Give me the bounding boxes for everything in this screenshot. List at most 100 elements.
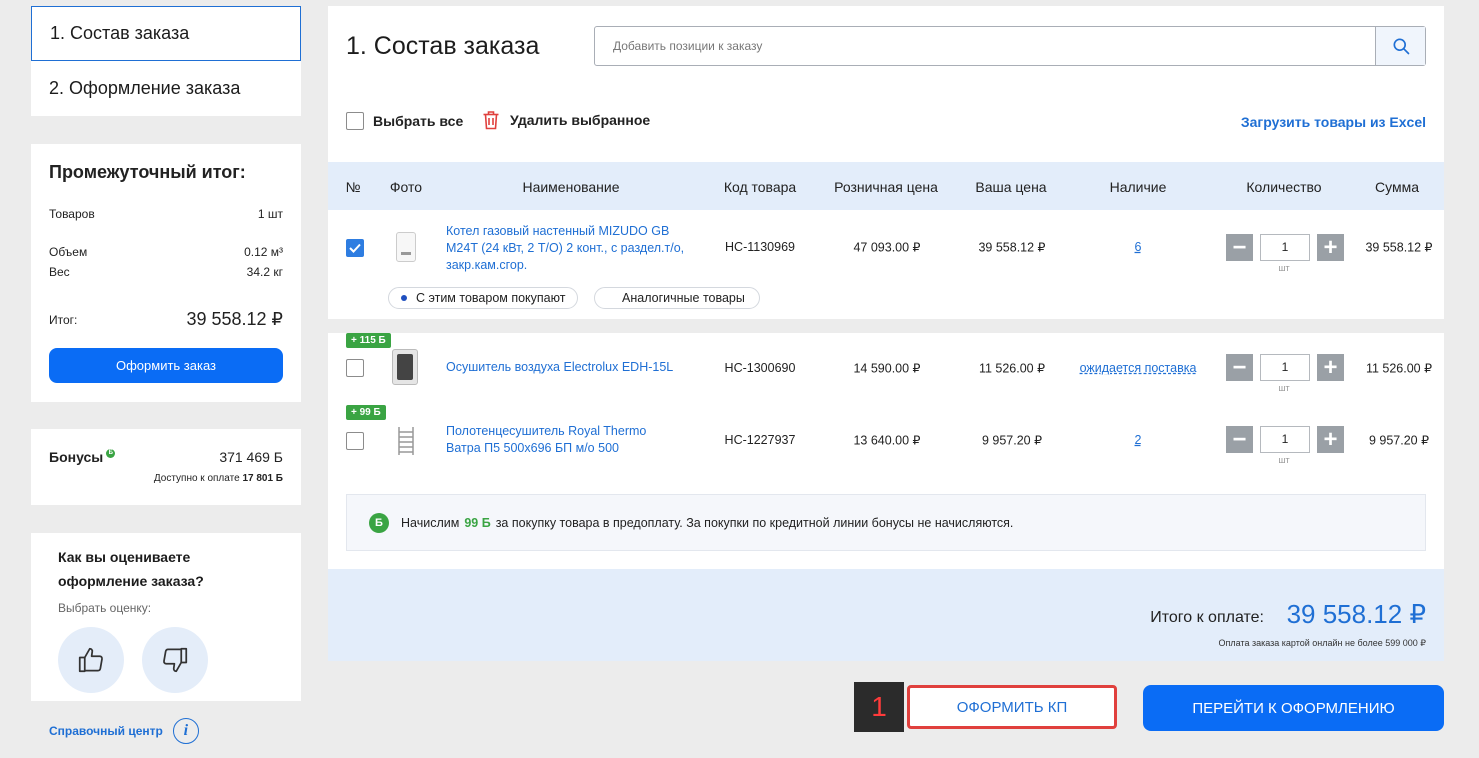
select-all-checkbox[interactable] — [346, 112, 364, 130]
col-sum: Сумма — [1375, 179, 1419, 195]
towel-rail-icon — [398, 427, 414, 455]
dot-icon — [401, 295, 407, 301]
search-button[interactable] — [1375, 27, 1425, 65]
quantity-input[interactable]: 1 — [1260, 354, 1310, 381]
quantity-stepper: − 1 + — [1226, 354, 1344, 381]
product-code: НС-1227937 — [724, 433, 796, 447]
weight-label: Вес — [49, 265, 70, 279]
help-center-link[interactable]: Справочный центр i — [49, 718, 199, 744]
decrease-qty-button[interactable]: − — [1226, 426, 1253, 453]
your-price: 11 526.00 ₽ — [978, 361, 1046, 376]
bought-together-button[interactable]: С этим товаром покупают — [388, 287, 579, 309]
upload-from-excel-link[interactable]: Загрузить товары из Excel — [1241, 114, 1426, 130]
qty-unit: шт — [1278, 263, 1290, 273]
table-rows-group: + 115 Б Осушитель воздуха Electrolux EDH… — [328, 333, 1444, 569]
bonus-icon: Б — [369, 512, 389, 533]
increase-qty-button[interactable]: + — [1317, 426, 1344, 453]
plus-icon: + — [1323, 425, 1338, 453]
product-code: НС-1130969 — [725, 240, 795, 254]
add-items-search-input[interactable] — [595, 27, 1375, 65]
weight-value: 34.2 кг — [246, 265, 283, 279]
similar-products-button[interactable]: Аналогичные товары — [594, 287, 760, 309]
bonus-points-badge: + 115 Б — [346, 333, 391, 348]
row-checkbox[interactable] — [346, 359, 364, 377]
retail-price: 14 590.00 ₽ — [853, 361, 921, 376]
total-row: Итог: 39 558.12 ₽ — [49, 309, 283, 330]
row-sum: 9 957.20 ₽ — [1368, 433, 1430, 448]
help-center-label: Справочный центр — [49, 724, 163, 738]
step-order-checkout[interactable]: 2. Оформление заказа — [31, 61, 301, 116]
bonuses-panel: Бонусы Б 371 469 Б Доступно к оплате 17 8… — [31, 429, 301, 505]
product-code: НС-1300690 — [724, 361, 796, 375]
product-name-link[interactable]: Полотенцесушитель Royal Thermo Ватра П5 … — [446, 423, 666, 457]
row-checkbox[interactable] — [346, 239, 364, 257]
col-num: № — [345, 179, 361, 195]
select-all[interactable]: Выбрать все — [346, 112, 463, 130]
product-photo[interactable] — [396, 426, 416, 456]
volume-row: Объем 0.12 м³ — [49, 245, 283, 259]
col-qty: Количество — [1246, 179, 1322, 195]
thumbs-down-icon — [163, 647, 188, 673]
product-name-link[interactable]: Котел газовый настенный MIZUDO GB M24T (… — [446, 223, 686, 274]
available-value: 17 801 Б — [242, 473, 283, 484]
total-to-pay-label: Итого к оплате: — [1150, 609, 1264, 626]
rating-question: Как вы оцениваете оформление заказа? — [58, 549, 204, 589]
bonus-badge-icon: Б — [106, 449, 116, 458]
quantity-input[interactable]: 1 — [1260, 234, 1310, 261]
product-photo[interactable] — [392, 349, 418, 385]
product-photo[interactable] — [396, 232, 416, 262]
page-title: 1. Состав заказа — [346, 32, 540, 60]
col-name: Наименование — [522, 179, 620, 195]
bonuses-available: Доступно к оплате 17 801 Б — [49, 473, 283, 484]
step-order-composition[interactable]: 1. Состав заказа — [31, 6, 301, 61]
qty-unit: шт — [1278, 383, 1290, 393]
bonuses-label: Бонусы — [49, 449, 104, 465]
decrease-qty-button[interactable]: − — [1226, 234, 1253, 261]
decrease-qty-button[interactable]: − — [1226, 354, 1253, 381]
pill-label: Аналогичные товары — [622, 291, 745, 305]
your-price: 39 558.12 ₽ — [978, 240, 1046, 255]
weight-row: Вес 34.2 кг — [49, 265, 283, 279]
increase-qty-button[interactable]: + — [1317, 234, 1344, 261]
col-stock: Наличие — [1109, 179, 1167, 195]
quantity-stepper: − 1 + — [1226, 234, 1344, 261]
rating-choose-label: Выбрать оценку: — [58, 601, 152, 615]
bonuses-value: 371 469 Б — [219, 449, 283, 465]
total-to-pay-panel: Итого к оплате: 39 558.12 ₽ Оплата заказ… — [328, 569, 1444, 661]
thumbs-up-icon — [78, 647, 103, 673]
place-order-button[interactable]: Оформить заказ — [49, 348, 283, 383]
table-header: № Фото Наименование Код товара Розничная… — [328, 162, 1444, 210]
stock-link[interactable]: 2 — [1135, 433, 1142, 447]
volume-label: Объем — [49, 245, 88, 259]
available-label: Доступно к оплате — [153, 473, 240, 484]
step-label: 1. Состав заказа — [50, 23, 190, 43]
minus-icon: − — [1232, 353, 1247, 381]
delete-selected-button[interactable]: Удалить выбранное — [482, 110, 650, 130]
create-quote-button[interactable]: ОФОРМИТЬ КП — [907, 685, 1117, 729]
thumbs-up-button[interactable] — [58, 627, 124, 693]
search-box — [594, 26, 1426, 66]
bonus-points-badge: + 99 Б — [346, 405, 386, 420]
stock-link[interactable]: ожидается поставка — [1080, 361, 1197, 375]
your-price: 9 957.20 ₽ — [981, 433, 1043, 448]
col-retail: Розничная цена — [834, 179, 938, 195]
product-name-link[interactable]: Осушитель воздуха Electrolux EDH-15L — [446, 359, 673, 376]
subtotal-title: Промежуточный итог: — [49, 162, 246, 182]
step-marker: 1 — [854, 682, 904, 732]
increase-qty-button[interactable]: + — [1317, 354, 1344, 381]
quantity-stepper: − 1 + — [1226, 426, 1344, 453]
stock-link[interactable]: 6 — [1135, 240, 1142, 254]
order-steps: 1. Состав заказа 2. Оформление заказа — [31, 6, 301, 116]
thumbs-down-button[interactable] — [142, 627, 208, 693]
total-to-pay-amount: 39 558.12 ₽ — [1286, 599, 1426, 629]
col-photo: Фото — [389, 179, 423, 195]
goods-label: Товаров — [49, 207, 95, 221]
quantity-input[interactable]: 1 — [1260, 426, 1310, 453]
check-icon — [349, 243, 361, 253]
proceed-to-checkout-button[interactable]: ПЕРЕЙТИ К ОФОРМЛЕНИЮ — [1143, 685, 1444, 731]
step-label: 2. Оформление заказа — [49, 78, 241, 98]
row-checkbox[interactable] — [346, 432, 364, 450]
notice-amount: 99 Б — [464, 515, 491, 530]
subtotal-panel: Промежуточный итог: Товаров 1 шт Объем 0… — [31, 144, 301, 402]
row-sum: 39 558.12 ₽ — [1365, 240, 1433, 255]
